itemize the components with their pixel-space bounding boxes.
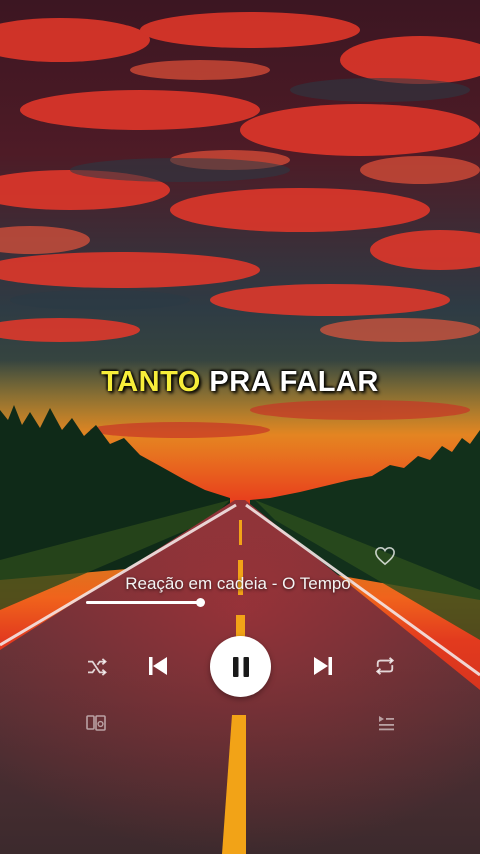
- heart-outline-icon: [375, 546, 395, 566]
- repeat-button[interactable]: [371, 653, 399, 679]
- pause-button[interactable]: [210, 636, 271, 697]
- song-title: Reação em cadeia - O Tempo: [125, 574, 351, 593]
- shuffle-button[interactable]: [83, 654, 111, 680]
- lyric-text: PRA FALAR: [200, 366, 379, 398]
- lyric-caption: TANTO PRA FALAR: [0, 366, 480, 399]
- queue-button[interactable]: [374, 711, 398, 735]
- progress-fill: [86, 601, 201, 604]
- skip-previous-icon: [149, 657, 167, 675]
- skip-next-icon: [314, 657, 332, 675]
- queue-icon: [379, 716, 394, 731]
- devices-button[interactable]: [84, 711, 108, 735]
- pause-icon: [232, 656, 249, 677]
- progress-bar[interactable]: [86, 598, 206, 607]
- connect-device-icon: [86, 715, 106, 731]
- like-button[interactable]: [372, 543, 398, 569]
- shuffle-icon: [88, 658, 107, 676]
- previous-button[interactable]: [144, 652, 172, 680]
- lyric-highlight: TANTO: [101, 366, 201, 398]
- repeat-icon: [375, 657, 395, 675]
- background-scene: [0, 0, 480, 854]
- next-button[interactable]: [309, 652, 337, 680]
